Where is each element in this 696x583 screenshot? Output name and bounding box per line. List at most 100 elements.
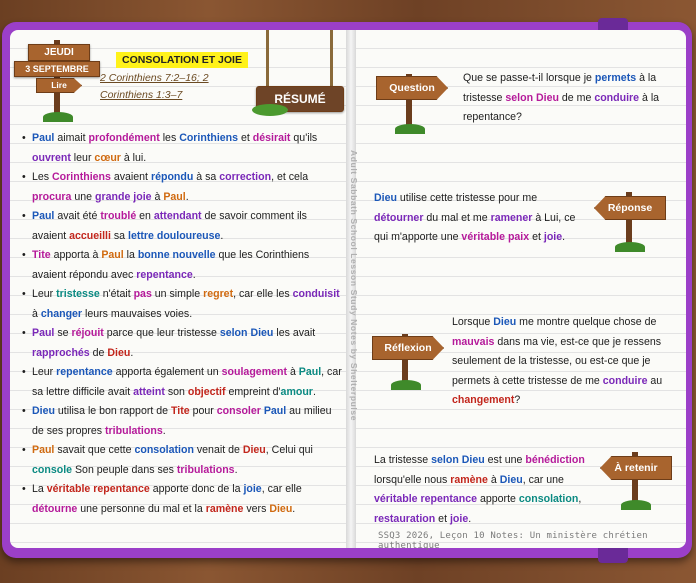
keyword: conduire [602, 374, 648, 387]
keyword: Corinthiens [179, 132, 239, 144]
keyword: tribulations [176, 463, 235, 476]
text-run: vers [243, 502, 270, 515]
day-date: 3 SEPTEMBRE [14, 61, 100, 77]
keyword: Paul [101, 249, 124, 261]
text-run: à lui. [120, 151, 147, 164]
summary-bullet: Paul se réjouit parce que leur tristesse… [22, 324, 342, 363]
keyword: réjouit [71, 327, 104, 339]
text-run: savait que cette [54, 444, 135, 456]
text-run: pour [189, 405, 217, 417]
keyword: Dieu [32, 405, 55, 417]
summary-bullet: Paul savait que cette consolation venait… [22, 441, 342, 480]
text-run: avaient [110, 171, 151, 183]
keyword: regret [203, 288, 234, 300]
keyword: Paul [163, 190, 186, 203]
text-run: de me [558, 91, 595, 104]
text-run: et [529, 231, 544, 243]
rope-right [330, 30, 333, 90]
text-run: . [192, 268, 196, 281]
keyword: correction [219, 171, 272, 183]
text-run: , [578, 493, 582, 505]
text-run: . [468, 512, 472, 525]
text-run: à sa [193, 171, 220, 183]
question-label: Question [376, 76, 448, 100]
keyword: véritable paix [461, 231, 530, 243]
keyword: ramène [205, 502, 244, 515]
text-run: du mal et me [423, 211, 491, 224]
keyword: détourne [32, 502, 78, 515]
summary-bullet: Dieu utilisa le bon rapport de Tite pour… [22, 402, 342, 441]
text-run: à [487, 473, 500, 486]
keyword: procura [32, 190, 72, 203]
keyword: Dieu [107, 346, 131, 359]
text-run: ? [514, 394, 521, 406]
leaves-icon [252, 104, 288, 116]
keyword: mauvais [452, 335, 495, 348]
footer-note: SSQ3 2026, Leçon 10 Notes: Un ministère … [378, 531, 648, 551]
retain-sign: À retenir [600, 450, 672, 510]
keyword: ramener [490, 211, 533, 224]
text-run: Son peuple dans ses [72, 463, 177, 476]
keyword: soulagement [221, 366, 287, 378]
keyword: rapprochés [32, 346, 90, 359]
keyword: Paul [32, 210, 55, 222]
keyword: Paul [32, 132, 55, 144]
keyword: consolation [134, 444, 194, 456]
keyword: véritable repentance [374, 493, 478, 505]
text-run: apporta également un [112, 366, 222, 378]
summary-bullet: Paul aimait profondément les Corinthiens… [22, 129, 342, 168]
scripture-reference[interactable]: 2 Corinthiens 7:2–16; 2 Corinthiens 1:3–… [100, 70, 240, 104]
text-run: Leur [32, 288, 57, 300]
text-run: sa [110, 229, 128, 242]
keyword: Dieu [269, 502, 293, 515]
keyword: Dieu [242, 444, 266, 456]
text-run: . [185, 190, 189, 203]
keyword: désirait [252, 132, 291, 144]
text-run: les avait [273, 327, 316, 339]
keyword: changer [40, 307, 83, 320]
text-run: . [220, 229, 224, 242]
keyword: tribulations [105, 424, 163, 437]
keyword: joie [243, 483, 262, 495]
keyword: conduisit [292, 288, 340, 300]
retain-label: À retenir [600, 456, 672, 480]
text-run: . [562, 231, 566, 243]
summary-sign: RÉSUMÉ [252, 30, 348, 118]
keyword: Tite [170, 405, 190, 417]
keyword: cœur [94, 151, 121, 164]
grass-icon [615, 242, 645, 252]
summary-bullet: Leur repentance apporta également un sou… [22, 363, 342, 402]
text-run: me montre quelque chose de [516, 316, 657, 328]
text-run: utilise cette tristesse pour me [396, 192, 538, 204]
text-run: utilisa le bon rapport de [54, 405, 171, 417]
grass-icon [621, 500, 651, 510]
text-run: lorsqu'elle nous [374, 473, 451, 486]
text-run: apporte [477, 493, 519, 505]
text-run: et [238, 132, 253, 144]
keyword: repentance [56, 366, 113, 378]
grass-icon [395, 124, 425, 134]
text-run: . [234, 463, 238, 476]
text-run: Lorsque [452, 316, 494, 328]
retain-text: La tristesse selon Dieu est une bénédict… [374, 451, 596, 529]
text-run: une personne du mal et la [77, 502, 206, 515]
text-run: de [89, 346, 108, 359]
keyword: Tite [32, 249, 51, 261]
keyword: détourner [374, 211, 424, 224]
text-run: au [647, 374, 663, 387]
text-run: en [136, 210, 154, 222]
keyword: conduire [594, 91, 640, 104]
text-run: à [287, 366, 299, 378]
keyword: Paul [298, 366, 322, 378]
answer-text: Dieu utilise cette tristesse pour me dét… [374, 189, 588, 248]
keyword: Paul [32, 327, 55, 339]
text-run: une [71, 190, 96, 203]
keyword: objectif [187, 385, 226, 398]
keyword: Paul [32, 444, 55, 456]
keyword: ramène [450, 473, 488, 486]
text-run: un simple [151, 288, 204, 300]
keyword: repentance [136, 268, 193, 281]
keyword: Dieu [499, 473, 523, 486]
keyword: atteint [133, 385, 165, 398]
keyword: consoler [216, 405, 261, 417]
